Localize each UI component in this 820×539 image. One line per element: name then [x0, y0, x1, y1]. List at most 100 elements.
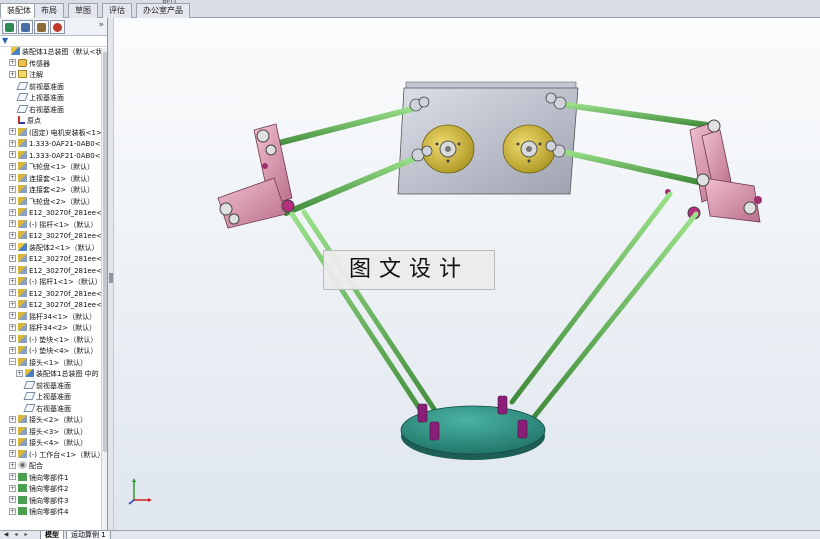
tab-office-products[interactable]: 办公室产品 [136, 3, 190, 18]
expand-toggle-icon[interactable]: + [9, 346, 16, 354]
tree-item[interactable]: + 摇杆34<2>（默认） [9, 323, 96, 334]
feature-tree-scrollbar[interactable] [101, 48, 107, 530]
expand-toggle-icon[interactable]: + [9, 70, 16, 78]
tab-assembly[interactable]: 装配体 [0, 3, 38, 18]
expand-toggle-icon[interactable]: + [9, 254, 16, 262]
expand-toggle-icon[interactable]: + [9, 461, 16, 469]
tree-item[interactable]: + 注解 [9, 70, 43, 81]
tree-item[interactable]: + 接头<2>（默认） [9, 415, 87, 426]
propertymanager-tab-icon[interactable] [18, 20, 33, 34]
tab-sketch[interactable]: 草图 [68, 3, 98, 18]
tree-item[interactable]: + 摇杆34<1>（默认） [9, 311, 96, 323]
tree-item[interactable]: − 接头<1>（默认） [9, 357, 87, 369]
tree-item[interactable]: +1.333-0AF21-0AB0<1> [9, 139, 107, 150]
tree-item[interactable]: +1.333-0AF21-0AB0<2> [9, 150, 107, 162]
expand-toggle-icon[interactable]: + [9, 277, 16, 285]
configurationmanager-tab-icon[interactable] [34, 20, 49, 34]
expand-toggle-icon[interactable]: + [9, 496, 16, 503]
tree-item[interactable]: + 装配体1总装图 中的 [16, 369, 99, 380]
tree-item[interactable]: + 镜向零部件4 [9, 507, 68, 518]
featuremanager-tab-icon[interactable] [2, 20, 17, 34]
tree-item[interactable]: + (固定) 电机安装板<1>（ [9, 127, 107, 139]
tree-item[interactable]: + E12_30270f_281ee<2> [9, 231, 107, 242]
expand-toggle-icon[interactable]: + [9, 185, 16, 193]
tree-item[interactable]: + E12_30270f_281ee<3> [9, 254, 107, 265]
splitter-grip-icon[interactable] [109, 273, 113, 283]
tree-item[interactable]: + (-) 垫块<4>（默认） [9, 346, 97, 357]
tree-item[interactable]: 装配体1总装图（默认<状态 [2, 47, 107, 58]
scrollbar-thumb[interactable] [103, 52, 107, 452]
prev-tab-arrow-icon[interactable]: ◂ [12, 531, 20, 539]
tree-item[interactable]: 前视基准面 [9, 81, 64, 93]
tree-item[interactable]: + E12_30270f_281ee<6> [9, 300, 107, 311]
expand-toggle-icon[interactable]: + [16, 369, 23, 377]
part-icon [18, 438, 27, 446]
tree-item[interactable]: + E12_30270f_281ee<5> [9, 288, 107, 300]
tree-item[interactable]: + 飞轮盘<1>（默认） [9, 162, 94, 173]
tree-item[interactable]: 上视基准面 [9, 93, 64, 104]
tree-item[interactable]: 右视基准面 [16, 403, 71, 415]
lower-parallel-rods[interactable] [289, 191, 699, 429]
part-icon [18, 139, 27, 147]
tree-item[interactable]: + (-) 工作台<1>（默认） [9, 449, 104, 461]
tab-layout[interactable]: 布局 [34, 3, 64, 18]
moving-platform[interactable] [400, 395, 546, 460]
expand-toggle-icon[interactable]: + [9, 220, 16, 227]
tree-item[interactable]: 上视基准面 [16, 392, 71, 403]
expand-toggle-icon[interactable]: + [9, 174, 16, 181]
tree-item[interactable]: + 连接套<2>（默认） [9, 185, 94, 196]
expand-toggle-icon[interactable]: + [9, 59, 16, 66]
next-tab-arrow-icon[interactable]: ▸ [22, 531, 30, 539]
tree-item[interactable]: + 装配体2<1>（默认） [9, 242, 99, 254]
tree-item[interactable]: + 接头<3>（默认） [9, 426, 87, 438]
expand-toggle-icon[interactable]: + [9, 300, 16, 308]
expand-toggle-icon[interactable]: + [9, 208, 16, 216]
expand-toggle-icon[interactable]: + [9, 484, 16, 492]
tree-item[interactable]: + (-) 摇杆1<1>（默认） [9, 277, 102, 288]
tab-evaluate[interactable]: 评估 [102, 3, 132, 18]
tree-item[interactable]: + 传感器 [9, 58, 50, 70]
tree-item[interactable]: + 镜向零部件2 [9, 484, 68, 495]
tree-item[interactable]: + 连接套<1>（默认） [9, 173, 94, 185]
more-tabs-icon[interactable]: » [98, 20, 104, 30]
expand-toggle-icon[interactable]: + [9, 139, 16, 147]
expand-toggle-icon[interactable]: + [9, 243, 16, 250]
graphics-area[interactable]: 图文设计 [114, 18, 820, 530]
tree-item[interactable]: 前视基准面 [16, 380, 71, 392]
expand-toggle-icon[interactable]: + [9, 197, 16, 204]
tree-item[interactable]: + E12_30270f_281ee<4> [9, 265, 107, 277]
tab-model[interactable]: 模型 [40, 531, 64, 539]
expand-toggle-icon[interactable]: + [9, 450, 16, 457]
expand-toggle-icon[interactable]: + [9, 323, 16, 331]
expand-toggle-icon[interactable]: + [9, 312, 16, 319]
expand-toggle-icon[interactable]: + [9, 266, 16, 273]
tree-item[interactable]: + 镜向零部件1 [9, 472, 68, 484]
first-tab-arrow-icon[interactable]: ◀ [2, 531, 10, 539]
expand-toggle-icon[interactable]: + [9, 427, 16, 434]
expand-toggle-icon[interactable]: + [9, 507, 16, 515]
tree-item[interactable]: 原点 [9, 116, 41, 127]
tree-item[interactable]: + 配合 [9, 461, 43, 472]
filter-icon[interactable]: ▼ [2, 37, 14, 45]
expand-toggle-icon[interactable]: + [9, 335, 16, 342]
expand-toggle-icon[interactable]: − [9, 358, 16, 365]
expand-toggle-icon[interactable]: + [9, 473, 16, 480]
expand-toggle-icon[interactable]: + [9, 438, 16, 446]
expand-toggle-icon[interactable]: + [9, 151, 16, 158]
tab-motion-study-1[interactable]: 运动算例 1 [66, 531, 111, 539]
tree-item[interactable]: + 飞轮盘<2>（默认） [9, 196, 94, 208]
tree-item[interactable]: + 接头<4>（默认） [9, 438, 87, 449]
expand-toggle-icon[interactable]: + [9, 415, 16, 423]
expand-toggle-icon[interactable]: + [9, 162, 16, 170]
display-manager-tab-icon[interactable] [50, 20, 65, 34]
tree-item[interactable]: 右视基准面 [9, 104, 64, 116]
tree-item[interactable]: + (-) 摇杆<1>（默认） [9, 219, 97, 231]
expand-toggle-icon[interactable]: + [9, 128, 16, 135]
tree-item[interactable]: + 镜向零部件3 [9, 495, 68, 507]
expand-toggle-icon[interactable]: + [9, 289, 16, 296]
tree-item[interactable]: + (-) 垫块<1>（默认） [9, 334, 97, 346]
tree-item[interactable]: + E12_30270f_281ee<1> [9, 208, 107, 219]
tree-filter[interactable]: ▼ [0, 36, 107, 47]
expand-toggle-icon[interactable]: + [9, 231, 16, 239]
right-arm-assembly[interactable] [665, 119, 762, 223]
